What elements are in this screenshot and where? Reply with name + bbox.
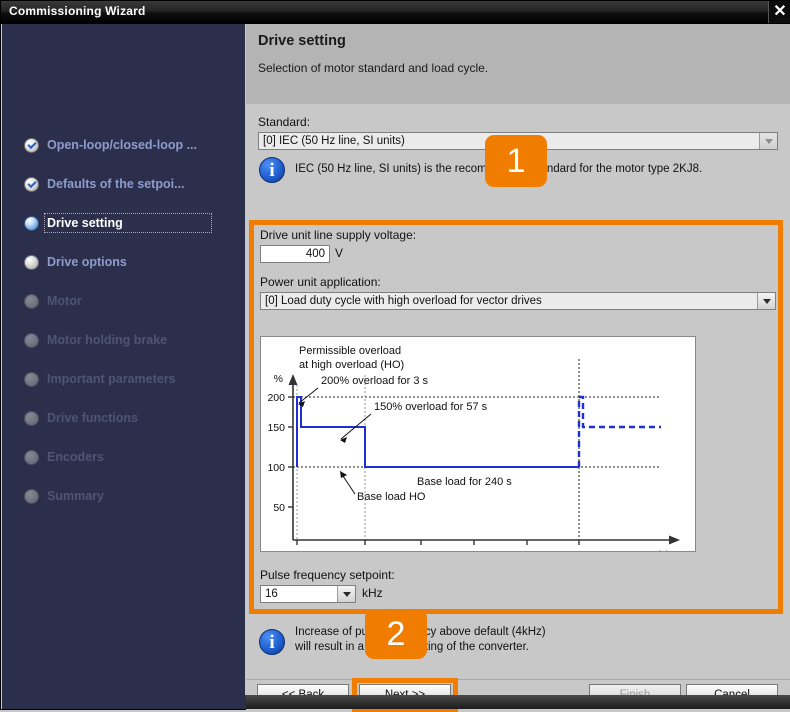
page-header: Drive setting Selection of motor standar… — [246, 24, 790, 104]
sidebar-item-label: Summary — [47, 489, 104, 503]
pulse-frequency-value: 16 — [265, 588, 278, 600]
svg-text:Base load HO: Base load HO — [357, 491, 426, 503]
sidebar-bottom-strip — [2, 695, 246, 709]
step-disabled-icon — [24, 449, 39, 465]
supply-voltage-unit: V — [335, 246, 344, 260]
sidebar-item-label: Motor — [47, 294, 82, 308]
step-pending-icon — [24, 254, 39, 270]
pulse-frequency-select[interactable]: 16 — [260, 585, 356, 603]
sidebar-item-motor: Motor — [24, 290, 82, 312]
step-disabled-icon — [24, 371, 39, 387]
svg-text:100: 100 — [267, 462, 285, 474]
page-subtitle: Selection of motor standard and load cyc… — [258, 61, 489, 75]
sidebar-item-label: Open-loop/closed-loop ... — [47, 138, 197, 152]
sidebar-item-label: Drive setting — [47, 216, 123, 230]
step-badge-2: 2 — [365, 609, 427, 659]
sidebar-item-drive-functions: Drive functions — [24, 407, 138, 429]
step-disabled-icon — [24, 293, 39, 309]
svg-text:Base load for 240 s: Base load for 240 s — [417, 476, 512, 488]
svg-text:150% overload for 57 s: 150% overload for 57 s — [374, 401, 488, 413]
svg-text:%: % — [274, 373, 283, 385]
step-disabled-icon — [24, 410, 39, 426]
sidebar-item-drive-options[interactable]: Drive options — [24, 251, 127, 273]
close-icon[interactable]: ✕ — [768, 1, 790, 23]
window-title: Commissioning Wizard — [9, 4, 146, 18]
power-unit-application-select[interactable]: [0] Load duty cycle with high overload f… — [260, 292, 776, 310]
sidebar-item-label: Drive options — [47, 255, 127, 269]
wizard-step-sidebar: Open-loop/closed-loop ... Defaults of th… — [2, 24, 245, 709]
sidebar-item-important-parameters: Important parameters — [24, 368, 176, 390]
svg-text:60: 60 — [359, 549, 371, 551]
step-completed-icon — [24, 137, 39, 153]
sidebar-item-motor-holding-brake: Motor holding brake — [24, 329, 167, 351]
svg-text:240: 240 — [518, 549, 536, 551]
step-disabled-icon — [24, 332, 39, 348]
power-unit-application-value: [0] Load duty cycle with high overload f… — [265, 295, 542, 307]
svg-text:300: 300 — [570, 549, 588, 551]
chevron-down-icon[interactable] — [337, 586, 355, 602]
info-icon-standard: i — [259, 157, 285, 183]
sidebar-item-label: Important parameters — [47, 372, 176, 386]
svg-text:120: 120 — [412, 549, 430, 551]
main-panel: Drive setting Selection of motor standar… — [246, 24, 790, 712]
sidebar-item-label: Motor holding brake — [47, 333, 168, 347]
chevron-down-icon[interactable] — [759, 133, 777, 149]
svg-text:Permissible overload: Permissible overload — [299, 345, 401, 357]
svg-text:150: 150 — [267, 422, 285, 434]
standard-label: Standard: — [258, 115, 311, 129]
commissioning-wizard-window: Commissioning Wizard ✕ Open-loop/closed-… — [0, 0, 790, 712]
sidebar-item-summary: Summary — [24, 485, 104, 507]
load-cycle-chart-svg: 200 150 100 50 % 0 60 120 180 240 300 t(… — [267, 345, 680, 561]
sidebar-item-defaults-of-the-setpoint[interactable]: Defaults of the setpoi... — [24, 173, 185, 195]
chevron-down-icon[interactable] — [757, 293, 775, 309]
sidebar-item-drive-setting[interactable]: Drive setting — [24, 212, 123, 234]
page-title: Drive setting — [258, 33, 346, 49]
sidebar-item-label: Drive functions — [47, 411, 138, 425]
svg-text:0: 0 — [294, 549, 300, 551]
supply-voltage-label: Drive unit line supply voltage: — [260, 228, 417, 242]
load-cycle-chart: 200 150 100 50 % 0 60 120 180 240 300 t(… — [260, 336, 696, 561]
svg-text:200: 200 — [267, 392, 285, 404]
svg-text:200% overload for 3 s: 200% overload for 3 s — [321, 375, 429, 387]
sidebar-item-encoders: Encoders — [24, 446, 104, 468]
step-current-icon — [24, 215, 39, 231]
power-unit-application-label: Power unit application: — [260, 275, 381, 289]
supply-voltage-input[interactable]: 400 — [260, 245, 330, 263]
step-disabled-icon — [24, 488, 39, 504]
pulse-frequency-unit: kHz — [362, 586, 383, 600]
sidebar-item-label: Defaults of the setpoi... — [47, 177, 185, 191]
step-completed-icon — [24, 176, 39, 192]
pulse-frequency-label: Pulse frequency setpoint: — [260, 568, 395, 582]
svg-text:t(s): t(s) — [654, 549, 669, 551]
step-badge-1: 1 — [485, 135, 547, 187]
svg-text:180: 180 — [465, 549, 483, 551]
title-bar: Commissioning Wizard ✕ — [1, 1, 790, 24]
svg-text:50: 50 — [273, 502, 285, 514]
sidebar-item-open-loop-closed-loop[interactable]: Open-loop/closed-loop ... — [24, 134, 197, 156]
sidebar-item-label: Encoders — [47, 450, 104, 464]
svg-text:at high overload (HO): at high overload (HO) — [299, 359, 404, 371]
info-icon-pulse-frequency: i — [259, 629, 285, 655]
form-body: Standard: [0] IEC (50 Hz line, SI units)… — [246, 104, 790, 679]
